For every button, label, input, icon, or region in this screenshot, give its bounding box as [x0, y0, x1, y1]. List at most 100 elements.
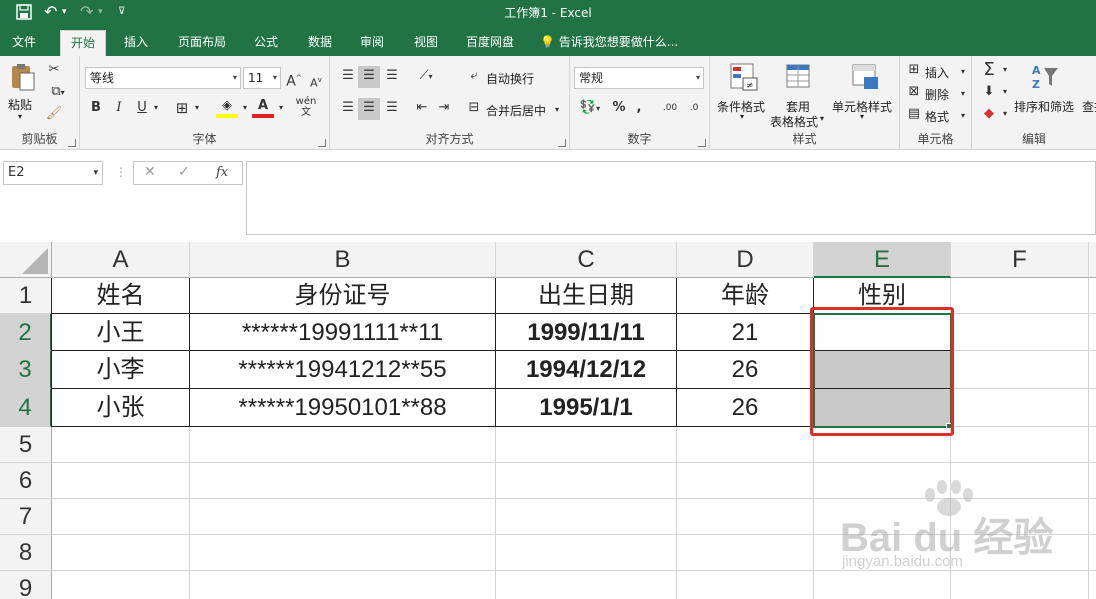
font-name-select[interactable]: 等线 ▾: [85, 67, 241, 89]
empty-cell[interactable]: [1089, 463, 1096, 499]
empty-cell[interactable]: [190, 499, 496, 535]
increase-decimal-button[interactable]: .00: [660, 98, 680, 120]
dialog-launcher-icon[interactable]: [318, 139, 326, 147]
empty-cell[interactable]: [1089, 499, 1096, 535]
cell-b4[interactable]: ******19950101**88: [190, 389, 496, 427]
increase-indent-icon[interactable]: ⇥: [434, 98, 454, 120]
empty-cell[interactable]: [52, 499, 190, 535]
empty-cell[interactable]: [52, 571, 190, 599]
dialog-launcher-icon[interactable]: [558, 139, 566, 147]
number-format-select[interactable]: 常规 ▾: [574, 67, 704, 89]
tab-data[interactable]: 数据: [298, 30, 342, 56]
format-painter-icon[interactable]: 🖌: [44, 104, 64, 126]
font-color-icon[interactable]: A: [252, 96, 274, 118]
tab-insert[interactable]: 插入: [114, 30, 158, 56]
copy-icon[interactable]: ⧉▾: [44, 82, 72, 104]
percent-button[interactable]: %: [610, 98, 628, 120]
delete-cells-button[interactable]: 删除: [925, 86, 949, 103]
cell-b1[interactable]: 身份证号: [190, 278, 496, 314]
wrap-text-button[interactable]: 自动换行: [486, 70, 534, 87]
align-middle-icon[interactable]: ☰: [358, 66, 380, 88]
empty-cell[interactable]: [52, 463, 190, 499]
tab-file[interactable]: 文件: [2, 30, 46, 56]
paste-button[interactable]: 粘贴 ▾: [6, 62, 38, 122]
empty-cell[interactable]: [190, 463, 496, 499]
empty-cell[interactable]: [1089, 427, 1096, 463]
cell-d3[interactable]: 26: [677, 351, 814, 389]
tell-me-box[interactable]: 💡 告诉我您想要做什么...: [540, 30, 678, 54]
column-header-d[interactable]: D: [677, 242, 814, 278]
dialog-launcher-icon[interactable]: [698, 139, 706, 147]
insert-cells-button[interactable]: 插入: [925, 64, 949, 81]
cell-a2[interactable]: 小王: [52, 314, 190, 351]
select-all-button[interactable]: [0, 242, 52, 278]
cell-c2[interactable]: 1999/11/11: [496, 314, 677, 351]
empty-cell[interactable]: [1089, 535, 1096, 571]
insert-cells-icon[interactable]: ⊞: [906, 60, 922, 82]
comma-button[interactable]: ,: [632, 98, 646, 120]
clear-icon[interactable]: ◆: [980, 104, 998, 126]
conditional-formatting-button[interactable]: ≠ 条件格式 ▾: [714, 60, 774, 130]
tab-home[interactable]: 开始: [60, 30, 107, 56]
empty-cell[interactable]: [1089, 389, 1096, 427]
orientation-icon[interactable]: ⟋▾: [412, 66, 440, 88]
row-header-1[interactable]: 1: [0, 278, 52, 314]
empty-cell[interactable]: [951, 351, 1089, 389]
sort-filter-button[interactable]: AZ 排序和筛选: [1014, 60, 1084, 126]
wrap-text-icon[interactable]: ⤶: [464, 66, 484, 88]
format-cells-icon[interactable]: ▤: [906, 104, 922, 126]
column-header-e[interactable]: E: [814, 242, 951, 278]
align-left-icon[interactable]: ☰: [338, 98, 358, 120]
cell-d2[interactable]: 21: [677, 314, 814, 351]
tab-review[interactable]: 审阅: [350, 30, 394, 56]
cell-c1[interactable]: 出生日期: [496, 278, 677, 314]
column-header-f[interactable]: F: [951, 242, 1089, 278]
cell-styles-button[interactable]: 单元格样式 ▾: [830, 60, 898, 130]
empty-cell[interactable]: [190, 571, 496, 599]
chevron-down-icon[interactable]: ▾: [240, 98, 250, 120]
empty-cell[interactable]: [677, 535, 814, 571]
italic-button[interactable]: I: [112, 98, 126, 120]
cell-d4[interactable]: 26: [677, 389, 814, 427]
column-header-a[interactable]: A: [52, 242, 190, 278]
borders-icon[interactable]: ⊞: [172, 98, 192, 120]
bold-button[interactable]: B: [88, 98, 104, 120]
name-box[interactable]: E2 ▾: [3, 161, 103, 185]
row-header-9[interactable]: 9: [0, 571, 52, 599]
row-header-4[interactable]: 4: [0, 389, 52, 427]
font-size-select[interactable]: 11 ▾: [243, 67, 281, 89]
row-header-2[interactable]: 2: [0, 314, 52, 351]
empty-cell[interactable]: [496, 427, 677, 463]
empty-cell[interactable]: [496, 463, 677, 499]
column-header-c[interactable]: C: [496, 242, 677, 278]
phonetic-guide-icon[interactable]: wén 文: [294, 96, 318, 118]
row-header-8[interactable]: 8: [0, 535, 52, 571]
cell-a4[interactable]: 小张: [52, 389, 190, 427]
empty-cell[interactable]: [1089, 278, 1096, 314]
decrease-indent-icon[interactable]: ⇤: [412, 98, 432, 120]
align-center-icon[interactable]: ☰: [358, 98, 380, 120]
empty-cell[interactable]: [190, 535, 496, 571]
row-header-6[interactable]: 6: [0, 463, 52, 499]
empty-cell[interactable]: [951, 314, 1089, 351]
align-bottom-icon[interactable]: ☰: [382, 66, 402, 88]
column-header-g[interactable]: [1089, 242, 1096, 278]
empty-cell[interactable]: [677, 427, 814, 463]
empty-cell[interactable]: [677, 463, 814, 499]
tab-page-layout[interactable]: 页面布局: [168, 30, 236, 56]
format-as-table-button[interactable]: 套用 表格格式 ▾: [770, 60, 830, 130]
empty-cell[interactable]: [951, 389, 1089, 427]
empty-cell[interactable]: [1089, 351, 1096, 389]
chevron-down-icon[interactable]: ▾: [276, 98, 286, 120]
insert-function-icon[interactable]: fx: [216, 165, 228, 180]
tab-view[interactable]: 视图: [404, 30, 448, 56]
enter-icon[interactable]: ✓: [178, 164, 190, 180]
cell-c3[interactable]: 1994/12/12: [496, 351, 677, 389]
cell-a1[interactable]: 姓名: [52, 278, 190, 314]
formula-input[interactable]: [246, 161, 1096, 235]
empty-cell[interactable]: [190, 427, 496, 463]
chevron-down-icon[interactable]: ▾: [958, 84, 968, 106]
merge-center-button[interactable]: 合并后居中: [486, 102, 546, 119]
cancel-icon[interactable]: ✕: [144, 164, 156, 180]
cell-b2[interactable]: ******19991111**11: [190, 314, 496, 351]
